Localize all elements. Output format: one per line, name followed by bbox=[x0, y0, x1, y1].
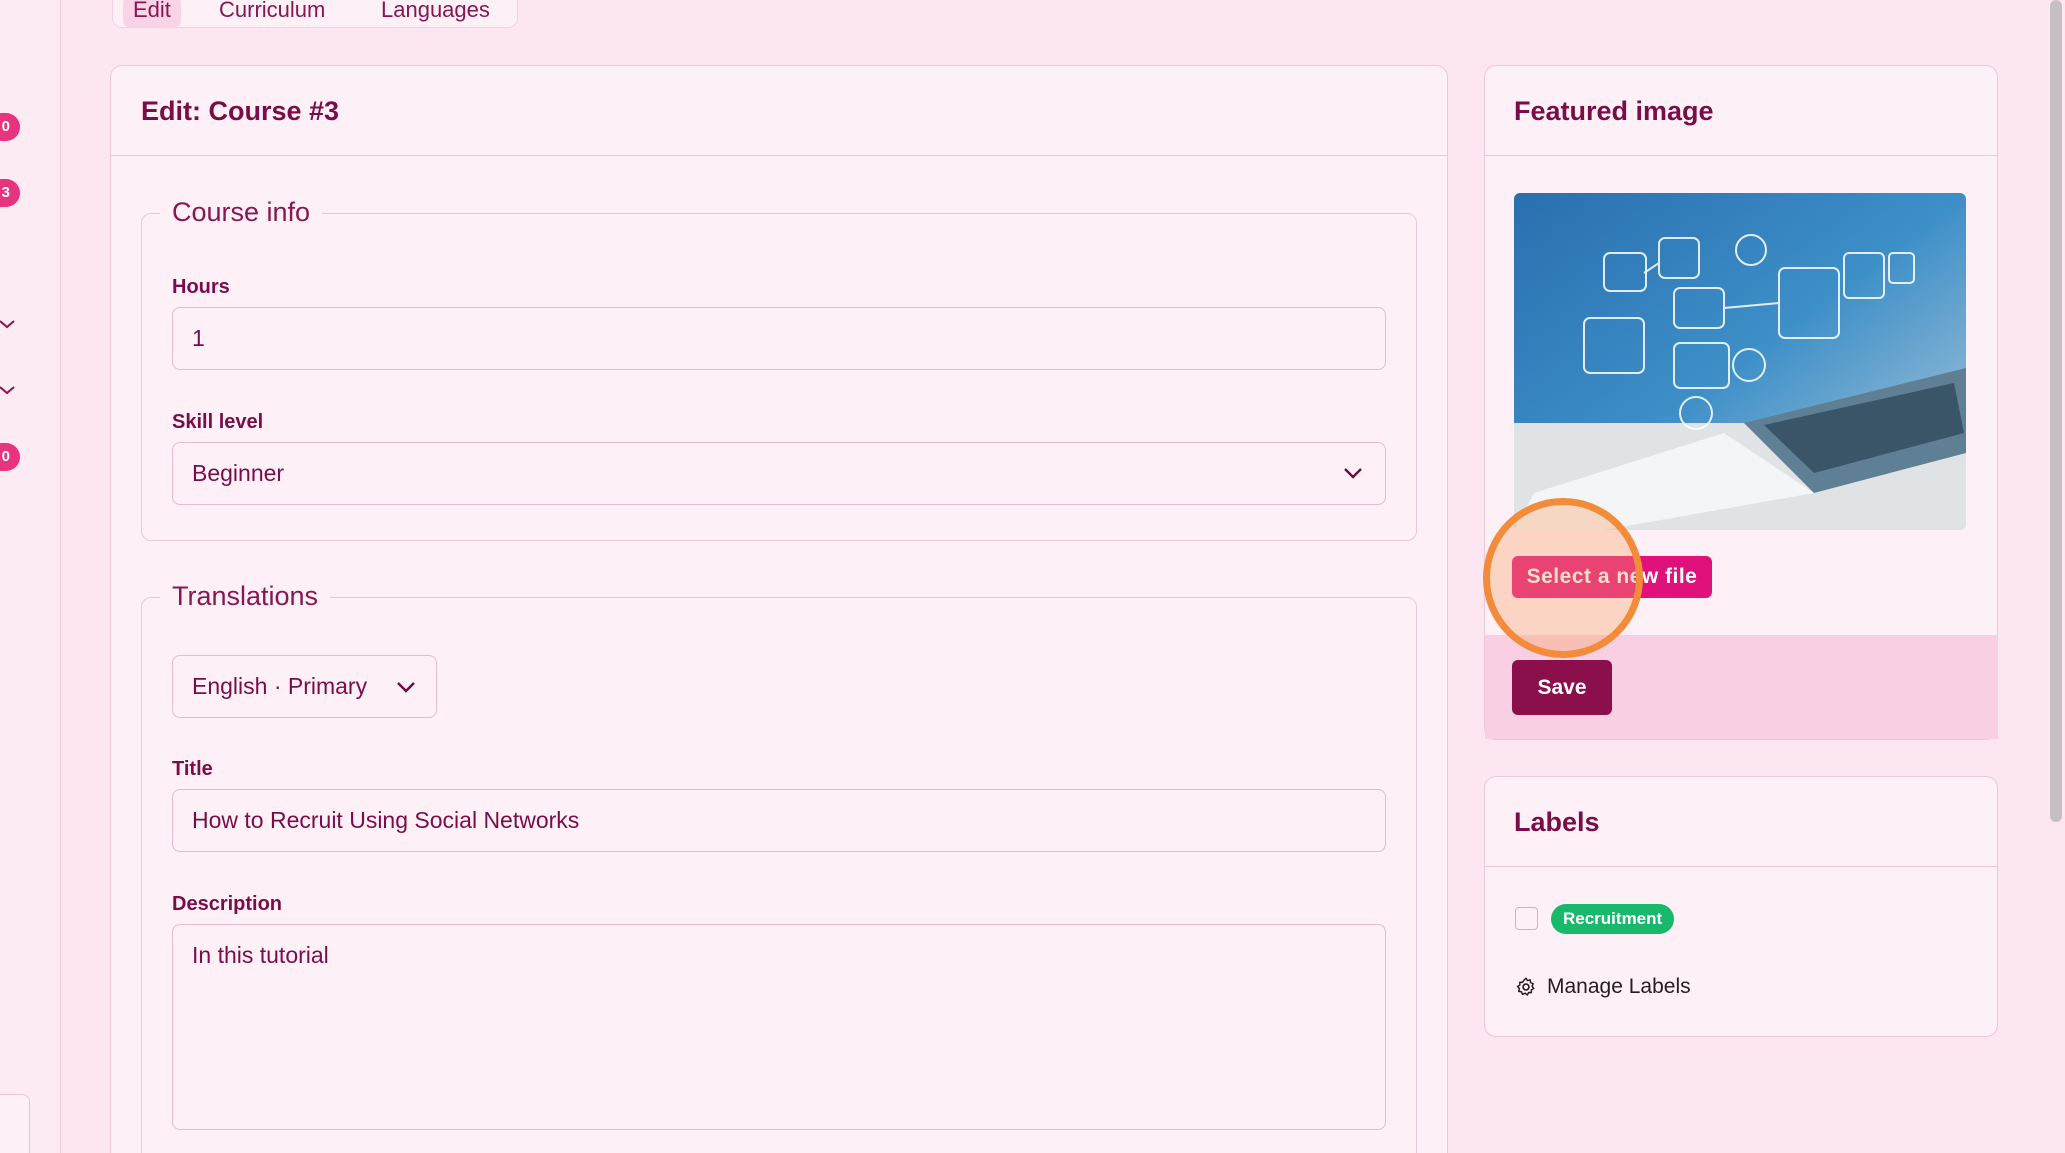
title-value: How to Recruit Using Social Networks bbox=[192, 807, 580, 833]
featured-image bbox=[1514, 193, 1966, 530]
chevron-down-icon bbox=[397, 682, 415, 693]
title-label: Title bbox=[172, 758, 213, 780]
chevron-down-icon[interactable] bbox=[0, 382, 16, 398]
save-button[interactable]: Save bbox=[1512, 660, 1612, 715]
skill-level-value: Beginner bbox=[192, 460, 285, 486]
language-value: English · Primary bbox=[192, 673, 368, 699]
hours-input[interactable]: 1 bbox=[172, 307, 1386, 370]
chevron-down-icon[interactable] bbox=[0, 316, 16, 332]
sidebar-rail: 0 3 0 bbox=[0, 0, 61, 1153]
page-scrollbar[interactable] bbox=[2050, 0, 2062, 822]
description-label: Description bbox=[172, 893, 283, 915]
title-input[interactable]: How to Recruit Using Social Networks bbox=[172, 789, 1386, 852]
tab-bar: Edit Curriculum Languages bbox=[112, 0, 518, 28]
description-textarea[interactable]: In this tutorial bbox=[172, 924, 1386, 1130]
course-info-legend: Course info bbox=[160, 197, 323, 228]
page-title: Edit: Course #3 bbox=[141, 96, 340, 126]
hours-label: Hours bbox=[172, 276, 230, 298]
tab-edit[interactable]: Edit bbox=[123, 0, 181, 27]
hours-value: 1 bbox=[192, 325, 205, 351]
manage-labels-link[interactable]: Manage Labels bbox=[1515, 972, 1691, 1002]
skill-level-select[interactable]: Beginner bbox=[172, 442, 1386, 505]
featured-image-title: Featured image bbox=[1514, 96, 1714, 126]
sidebar-badge[interactable]: 0 bbox=[0, 113, 20, 141]
sidebar-panel bbox=[0, 1094, 30, 1153]
select-new-file-button[interactable]: Select a new file bbox=[1512, 556, 1712, 598]
manage-labels-text: Manage Labels bbox=[1547, 975, 1691, 998]
skill-level-label: Skill level bbox=[172, 411, 264, 433]
translations-legend: Translations bbox=[160, 581, 331, 612]
description-value: In this tutorial bbox=[192, 942, 329, 968]
sidebar-badge[interactable]: 3 bbox=[0, 179, 20, 207]
label-tag-recruitment: Recruitment bbox=[1551, 904, 1675, 934]
tab-curriculum[interactable]: Curriculum bbox=[209, 0, 335, 27]
labels-title: Labels bbox=[1514, 807, 1600, 837]
label-checkbox-recruitment[interactable] bbox=[1515, 907, 1538, 930]
gear-icon bbox=[1516, 977, 1535, 996]
chevron-down-icon bbox=[1344, 468, 1362, 479]
tab-languages[interactable]: Languages bbox=[371, 0, 500, 27]
sidebar-badge[interactable]: 0 bbox=[0, 443, 20, 471]
